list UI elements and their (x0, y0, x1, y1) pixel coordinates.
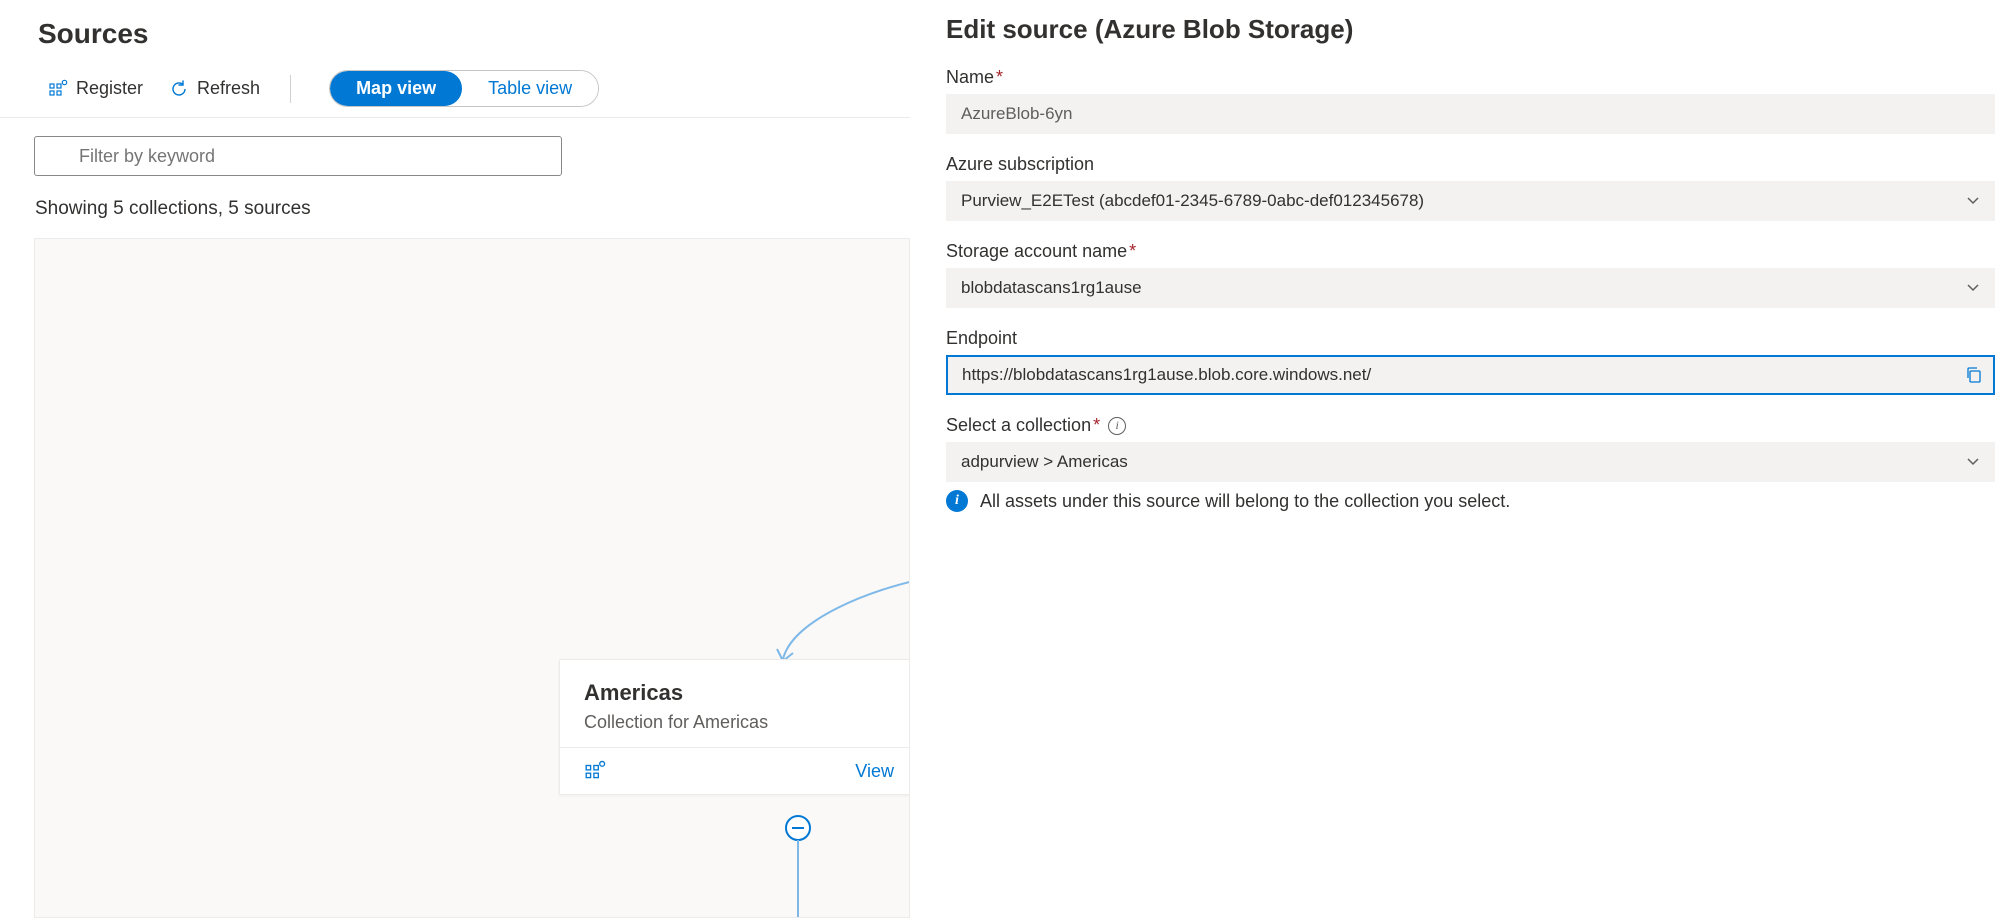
collection-group: Select a collection* i adpurview > Ameri… (946, 415, 1995, 512)
storage-select[interactable]: blobdatascans1rg1ause (946, 268, 1995, 308)
chevron-down-icon (1966, 455, 1980, 469)
endpoint-group: Endpoint https://blobdatascans1rg1ause.b… (946, 328, 1995, 395)
refresh-button[interactable]: Refresh (159, 72, 270, 105)
toolbar-divider (290, 75, 291, 103)
endpoint-label: Endpoint (946, 328, 1995, 349)
results-count: Showing 5 collections, 5 sources (0, 176, 910, 220)
collection-select[interactable]: adpurview > Americas (946, 442, 1995, 482)
name-label: Name* (946, 67, 1995, 88)
subscription-select[interactable]: Purview_E2ETest (abcdef01-2345-6789-0abc… (946, 181, 1995, 221)
chevron-down-icon (1966, 281, 1980, 295)
collection-label: Select a collection* (946, 415, 1100, 436)
name-input: AzureBlob-6yn (946, 94, 1995, 134)
endpoint-value: https://blobdatascans1rg1ause.blob.core.… (962, 365, 1371, 385)
subscription-group: Azure subscription Purview_E2ETest (abcd… (946, 154, 1995, 221)
subscription-label: Azure subscription (946, 154, 1995, 175)
info-solid-icon: i (946, 490, 968, 512)
collection-card-footer: View (560, 748, 910, 794)
info-icon[interactable]: i (1108, 417, 1126, 435)
collection-helper-row: i All assets under this source will belo… (946, 490, 1995, 512)
collection-value: adpurview > Americas (961, 452, 1128, 472)
edit-source-panel: Edit source (Azure Blob Storage) Name* A… (930, 0, 2013, 923)
register-button[interactable]: Register (38, 72, 153, 105)
storage-value: blobdatascans1rg1ause (961, 278, 1142, 298)
collection-card-body: Americas Collection for Americas (560, 660, 910, 748)
view-toggle: Map view Table view (329, 70, 599, 107)
filter-row (0, 118, 910, 176)
subscription-value: Purview_E2ETest (abcdef01-2345-6789-0abc… (961, 191, 1424, 211)
collection-card-subtitle: Collection for Americas (584, 712, 894, 733)
collapse-node-button[interactable] (785, 815, 811, 841)
toolbar: Register Refresh Map view Table view (0, 60, 910, 118)
name-group: Name* AzureBlob-6yn (946, 67, 1995, 134)
chevron-down-icon (1966, 194, 1980, 208)
table-view-button[interactable]: Table view (462, 71, 598, 106)
refresh-label: Refresh (197, 78, 260, 99)
collection-helper-text: All assets under this source will belong… (980, 491, 1510, 512)
view-details-link[interactable]: View (855, 761, 894, 782)
map-canvas[interactable]: Americas Collection for Americas View (34, 238, 910, 918)
sources-pane: Sources Register Refresh Map view (0, 0, 910, 923)
connector-line (797, 840, 799, 918)
copy-icon[interactable] (1965, 366, 1983, 384)
required-asterisk: * (1129, 241, 1136, 261)
collection-card-title: Americas (584, 680, 894, 706)
storage-group: Storage account name* blobdatascans1rg1a… (946, 241, 1995, 308)
required-asterisk: * (996, 67, 1003, 87)
required-asterisk: * (1093, 415, 1100, 435)
panel-title: Edit source (Azure Blob Storage) (946, 14, 1995, 45)
card-register-icon[interactable] (584, 760, 606, 782)
register-icon (48, 79, 68, 99)
page-title: Sources (0, 0, 910, 60)
filter-input[interactable] (34, 136, 562, 176)
storage-label: Storage account name* (946, 241, 1995, 262)
endpoint-input[interactable]: https://blobdatascans1rg1ause.blob.core.… (946, 355, 1995, 395)
refresh-icon (169, 79, 189, 99)
collection-card-americas[interactable]: Americas Collection for Americas View (559, 659, 910, 795)
map-view-button[interactable]: Map view (330, 71, 462, 106)
register-label: Register (76, 78, 143, 99)
